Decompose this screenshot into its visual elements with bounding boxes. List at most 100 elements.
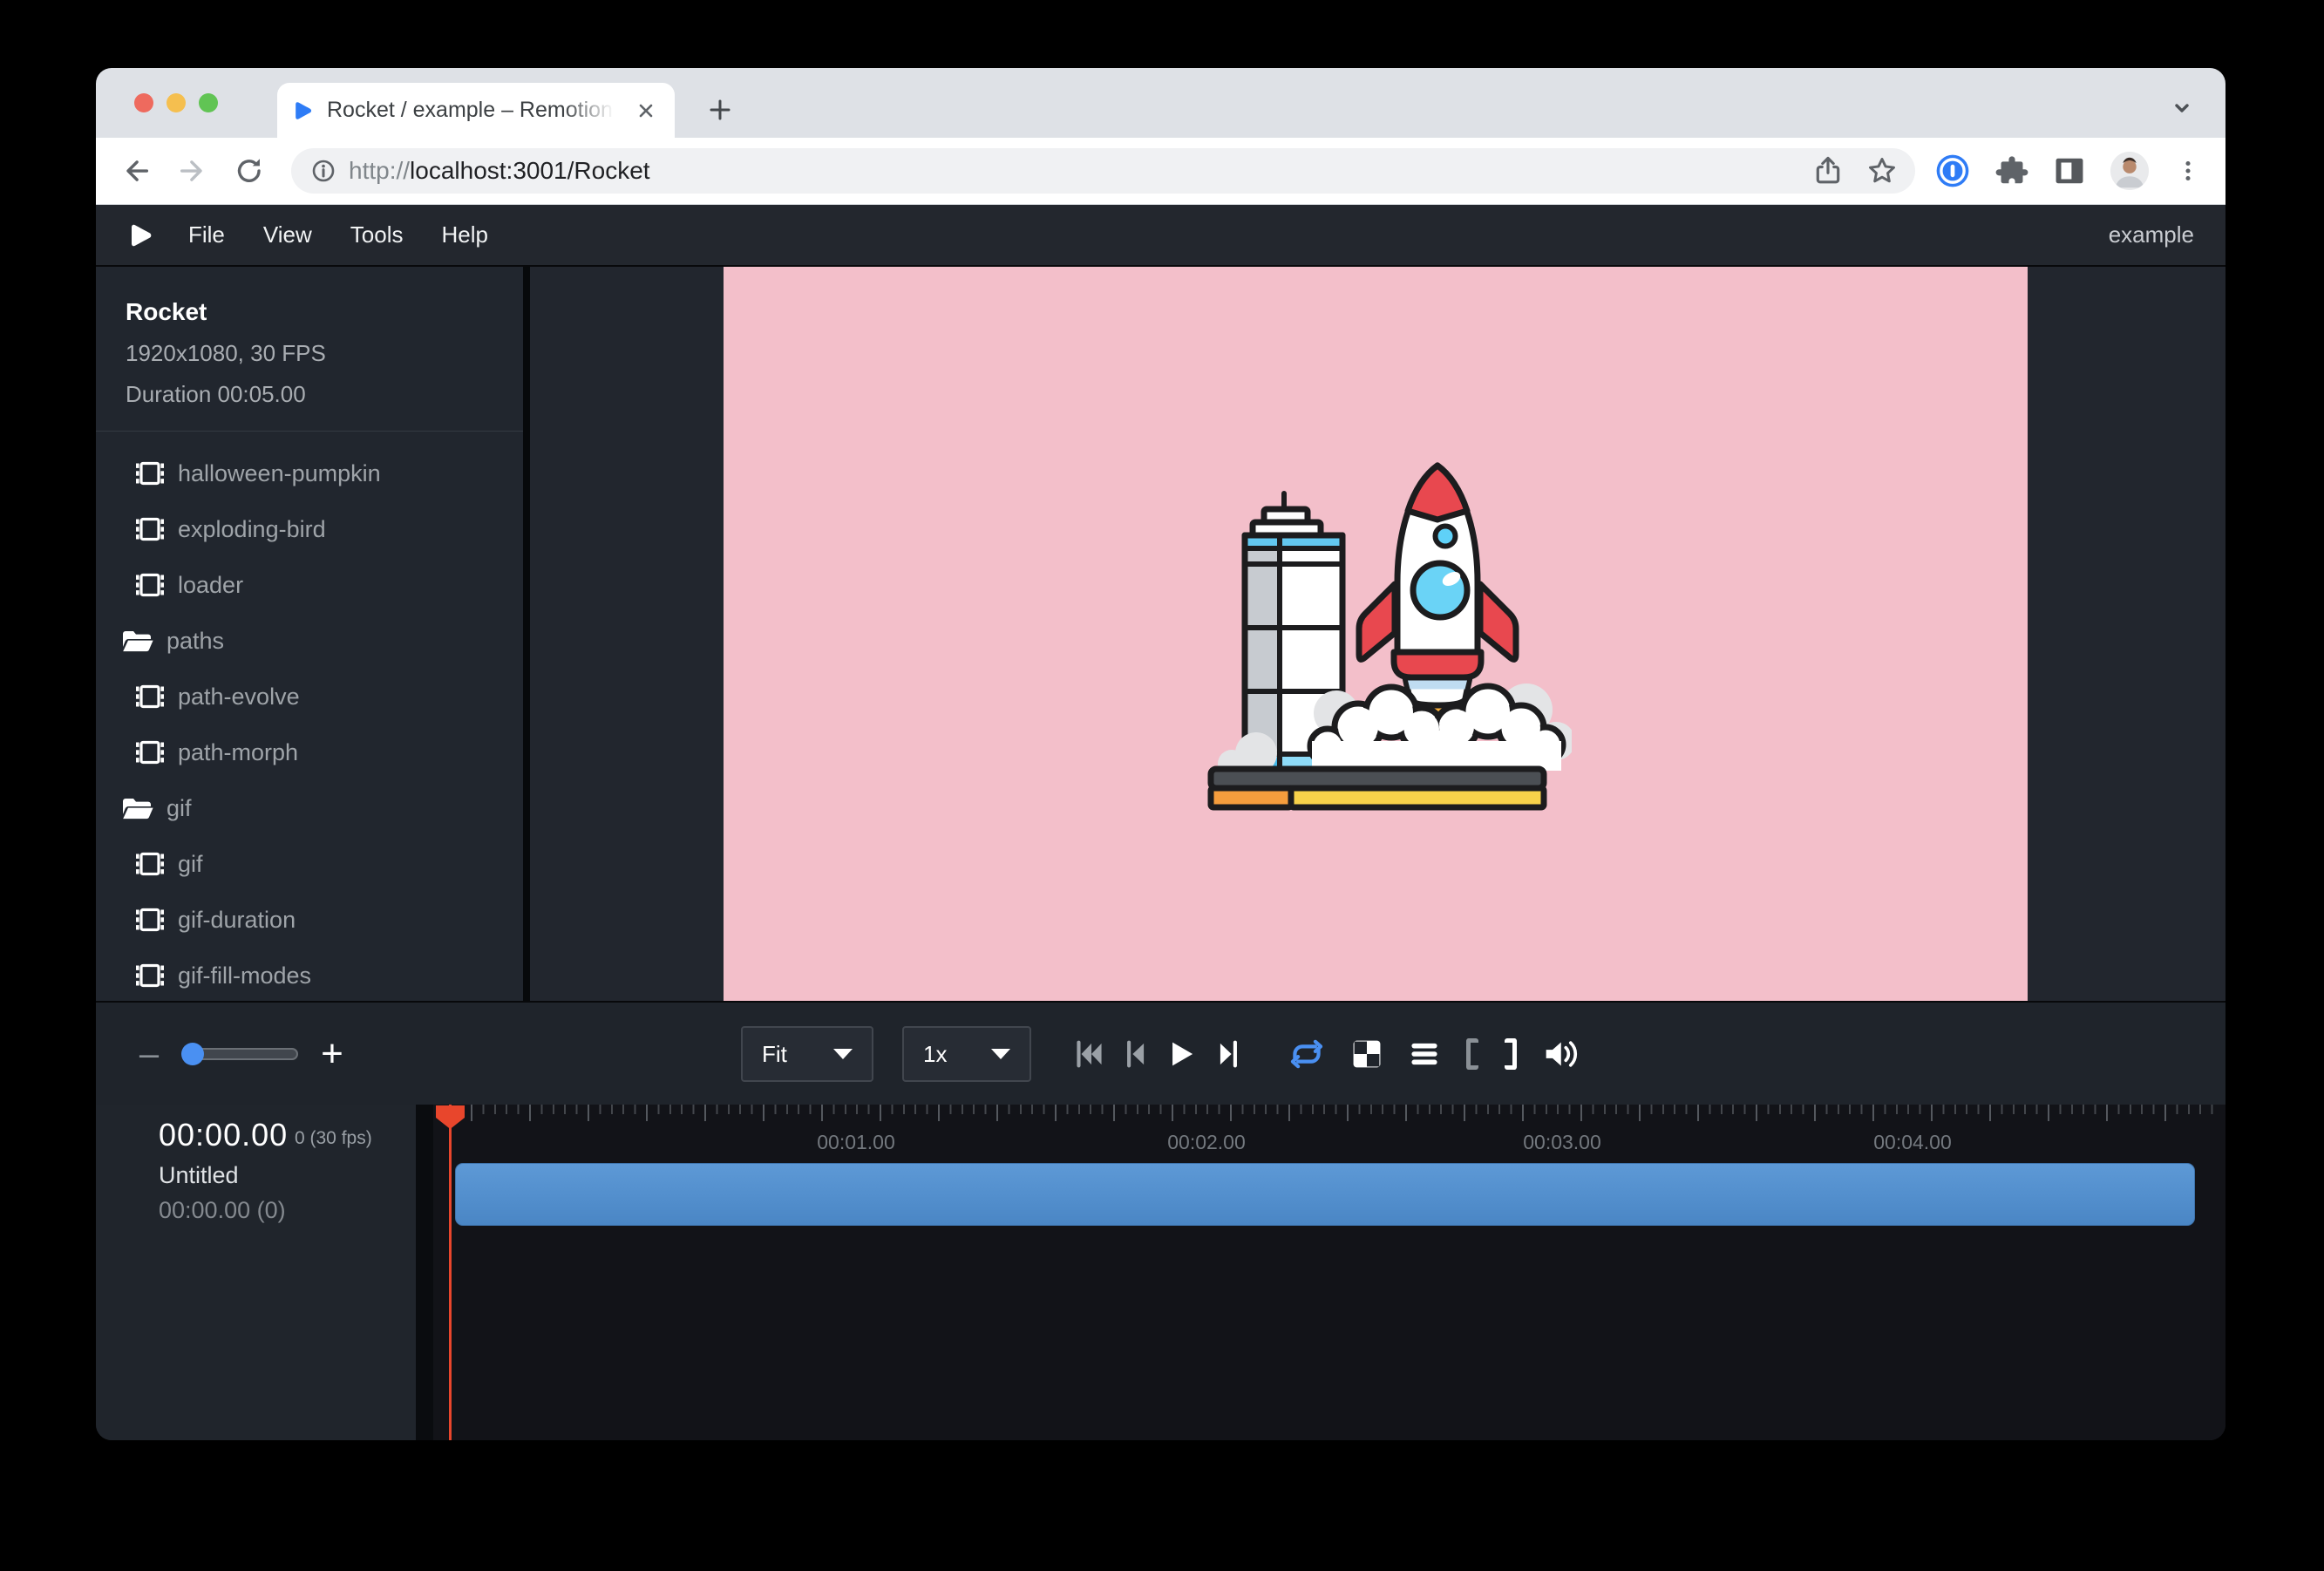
zoom-out-minus-button[interactable]: – — [134, 1037, 164, 1071]
menu-help[interactable]: Help — [442, 221, 488, 248]
timeline-rows-icon[interactable] — [1409, 1039, 1440, 1069]
composition-item[interactable]: path-morph — [96, 724, 523, 780]
composition-item[interactable]: exploding-bird — [96, 501, 523, 557]
tab-title: Rocket / example – Remotion P — [327, 98, 615, 123]
chevron-down-icon — [833, 1049, 853, 1059]
zoom-in-plus-button[interactable]: + — [317, 1035, 347, 1073]
playhead-line — [449, 1105, 452, 1440]
password-manager-icon[interactable] — [1934, 153, 1971, 189]
play-icon[interactable] — [1168, 1039, 1196, 1069]
composition-list: halloween-pumpkin exploding-bird loader … — [96, 432, 523, 1001]
tab-strip: Rocket / example – Remotion P — [96, 68, 2225, 138]
side-panel-icon[interactable] — [2053, 154, 2086, 187]
playback-rate-value: 1x — [923, 1041, 947, 1068]
skip-to-start-icon[interactable] — [1074, 1039, 1104, 1069]
close-window-button[interactable] — [134, 93, 153, 112]
film-icon — [134, 516, 166, 542]
remotion-logo-icon[interactable] — [129, 222, 153, 248]
sidebar-resize-handle[interactable] — [523, 267, 530, 1001]
remotion-favicon — [293, 100, 314, 121]
timeline-ruler-major-ticks — [471, 1105, 2219, 1121]
playback-rate-dropdown[interactable]: 1x — [902, 1026, 1031, 1082]
timeline-sequence-bar[interactable] — [455, 1163, 2195, 1226]
site-info-icon[interactable] — [309, 156, 338, 186]
timeline-gap — [416, 1105, 433, 1440]
timeline-tracks[interactable]: 00:01.00 00:02.00 00:03.00 00:04.00 — [433, 1105, 2225, 1440]
timeline-zoom-controls: – + — [134, 1003, 347, 1105]
new-tab-button[interactable] — [704, 94, 736, 126]
menu-file[interactable]: File — [188, 221, 225, 248]
composition-item[interactable]: gif — [96, 836, 523, 892]
composition-item[interactable]: gif-fill-modes — [96, 948, 523, 1001]
composition-item[interactable]: halloween-pumpkin — [96, 445, 523, 501]
url-path: localhost:3001/Rocket — [410, 157, 650, 184]
browser-window: Rocket / example – Remotion P — [96, 68, 2225, 1440]
folder-item-label: paths — [166, 628, 224, 655]
browser-toolbar: http://localhost:3001/Rocket — [96, 138, 2225, 205]
previous-frame-icon[interactable] — [1125, 1039, 1147, 1069]
forward-button[interactable] — [173, 152, 212, 190]
reload-button[interactable] — [230, 152, 268, 190]
composition-resolution: 1920x1080, 30 FPS — [126, 340, 523, 367]
tab-close-icon[interactable] — [633, 98, 659, 124]
open-folder-icon — [120, 795, 155, 821]
composition-item[interactable]: gif-duration — [96, 892, 523, 948]
loop-icon[interactable] — [1288, 1037, 1325, 1071]
film-icon — [134, 460, 166, 486]
out-point-bracket-icon[interactable] — [1505, 1038, 1517, 1070]
back-button[interactable] — [117, 152, 155, 190]
tab-search-chevron-icon[interactable] — [2166, 92, 2198, 124]
composition-item[interactable]: loader — [96, 557, 523, 613]
track-timecode: 00:00.00 (0) — [159, 1197, 286, 1224]
profile-avatar[interactable] — [2110, 152, 2149, 190]
timeline-info-panel: 00:00.00 0 (30 fps) Untitled 00:00.00 (0… — [96, 1105, 416, 1440]
browser-menu-kebab-icon[interactable] — [2173, 156, 2203, 186]
composition-item-label: gif — [178, 851, 203, 878]
url-text: http://localhost:3001/Rocket — [349, 157, 650, 185]
fullscreen-window-button[interactable] — [199, 93, 218, 112]
folder-item[interactable]: gif — [96, 780, 523, 836]
window-controls — [134, 93, 218, 112]
in-point-bracket-icon[interactable] — [1466, 1038, 1478, 1070]
composition-item-label: path-evolve — [178, 683, 300, 711]
playback-controls — [1074, 1003, 1240, 1105]
transparency-checkerboard-icon[interactable] — [1351, 1038, 1383, 1070]
share-icon[interactable] — [1812, 155, 1844, 187]
browser-tab[interactable]: Rocket / example – Remotion P — [277, 83, 675, 138]
minimize-window-button[interactable] — [166, 93, 186, 112]
player-option-icons — [1288, 1003, 1581, 1105]
volume-icon[interactable] — [1543, 1037, 1581, 1071]
film-icon — [134, 962, 166, 989]
playhead-handle[interactable] — [436, 1105, 465, 1129]
ruler-label: 00:02.00 — [1167, 1131, 1246, 1154]
project-name-label: example — [2109, 221, 2194, 248]
composition-item-label: path-morph — [178, 739, 298, 766]
composition-item-label: exploding-bird — [178, 516, 326, 543]
composition-title: Rocket — [126, 298, 523, 326]
extensions-puzzle-icon[interactable] — [1995, 154, 2028, 187]
zoom-slider-thumb[interactable] — [181, 1043, 204, 1065]
menu-view[interactable]: View — [263, 221, 312, 248]
rocket-illustration — [1179, 453, 1572, 814]
timeline-panel: 00:00.00 0 (30 fps) Untitled 00:00.00 (0… — [96, 1105, 2225, 1440]
ruler-label: 00:04.00 — [1873, 1131, 1952, 1154]
browser-actions — [1934, 152, 2203, 190]
url-scheme: http:// — [349, 157, 410, 184]
canvas-size-value: Fit — [762, 1041, 787, 1068]
zoom-slider[interactable] — [183, 1048, 298, 1060]
composition-item[interactable]: path-evolve — [96, 669, 523, 724]
film-icon — [134, 572, 166, 598]
bookmark-star-icon[interactable] — [1866, 155, 1898, 187]
current-timecode: 00:00.00 — [159, 1117, 288, 1153]
player-controls-bar: – + Fit 1x — [96, 1001, 2225, 1105]
film-icon — [134, 739, 166, 765]
track-name: Untitled — [159, 1162, 239, 1189]
frame-counter: 0 (30 fps) — [295, 1128, 372, 1149]
url-bar[interactable]: http://localhost:3001/Rocket — [291, 148, 1915, 194]
folder-item[interactable]: paths — [96, 613, 523, 669]
canvas-size-dropdown[interactable]: Fit — [741, 1026, 873, 1082]
menu-tools[interactable]: Tools — [350, 221, 404, 248]
folder-item-label: gif — [166, 795, 192, 822]
next-frame-icon[interactable] — [1217, 1039, 1240, 1069]
composition-item-label: gif-fill-modes — [178, 962, 311, 990]
